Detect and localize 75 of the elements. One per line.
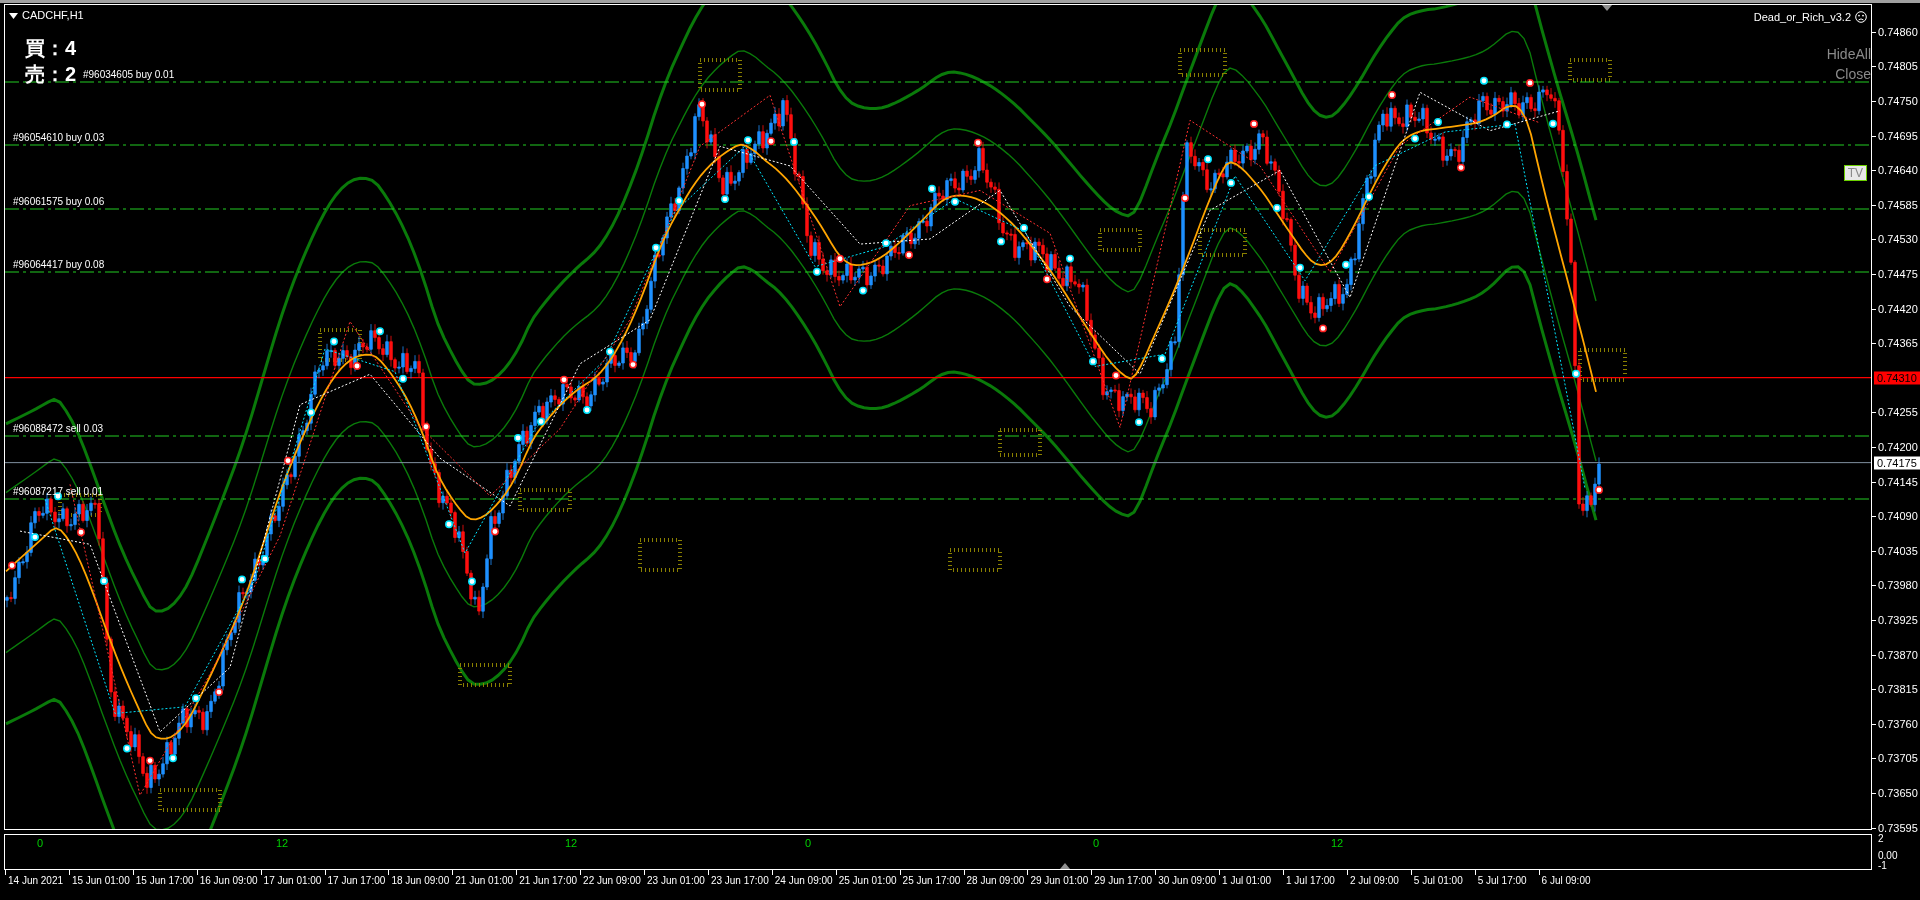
price-label: 0.74640 [1878, 164, 1918, 176]
time-label: 17 Jun 17:00 [327, 876, 386, 886]
price-label: 0.73595 [1878, 822, 1918, 833]
scale-label: -1 [1878, 861, 1887, 871]
price-label: 0.74585 [1878, 199, 1918, 211]
hour-label: 0 [1092, 838, 1100, 849]
price-label: 0.73925 [1878, 614, 1918, 626]
hour-label: 12 [1330, 838, 1344, 849]
time-label: 21 Jun 01:00 [455, 876, 514, 886]
hour-label: 12 [564, 838, 578, 849]
time-label: 25 Jun 01:00 [838, 876, 897, 886]
time-label: 14 Jun 2021 [8, 876, 64, 886]
order-label: #96064417 buy 0.08 [13, 260, 105, 270]
time-label: 23 Jun 17:00 [710, 876, 769, 886]
price-label: 0.73760 [1878, 718, 1918, 730]
order-label: #96061575 buy 0.06 [13, 197, 105, 207]
dropdown-icon[interactable] [9, 12, 18, 19]
time-label: 29 Jun 17:00 [1094, 876, 1153, 886]
time-label: 16 Jun 09:00 [199, 876, 258, 886]
panel-button[interactable]: Close [1835, 67, 1871, 81]
price-label: 0.74090 [1878, 510, 1918, 522]
order-label: #96087217 sell 0.01 [13, 487, 104, 497]
price-label: 0.73980 [1878, 579, 1918, 591]
time-label: 15 Jun 17:00 [135, 876, 194, 886]
price-label: 0.74750 [1878, 95, 1918, 107]
time-label: 21 Jun 17:00 [519, 876, 577, 886]
time-label: 1 Jul 17:00 [1286, 876, 1335, 886]
price-label: 0.73705 [1878, 752, 1918, 764]
price-label: 0.73650 [1878, 787, 1918, 799]
time-label: 5 Jul 01:00 [1413, 876, 1463, 886]
time-label: 24 Jun 09:00 [774, 876, 833, 886]
hour-label: 12 [275, 838, 289, 849]
time-label: 22 Jun 09:00 [583, 876, 641, 886]
scroll-marker-icon[interactable] [1060, 863, 1070, 869]
price-label: 0.73815 [1878, 683, 1918, 695]
price-label: 0.74530 [1878, 233, 1918, 245]
price-label: 0.74365 [1878, 337, 1918, 349]
price-label: 0.74035 [1878, 545, 1918, 557]
position-counter: 買：4 [25, 36, 77, 61]
time-label: 23 Jun 01:00 [647, 876, 705, 886]
time-label: 29 Jun 01:00 [1030, 876, 1089, 886]
time-label: 18 Jun 09:00 [391, 876, 450, 886]
hour-label: 0 [36, 838, 44, 849]
price-label: 0.74860 [1878, 26, 1918, 38]
shift-marker-icon[interactable] [1602, 5, 1612, 11]
price-label: 0.74420 [1878, 303, 1918, 314]
alert-price-label: 0.74310 [1874, 371, 1920, 385]
time-label: 30 Jun 09:00 [1158, 876, 1216, 886]
order-label: #96034605 buy 0.01 [83, 70, 175, 80]
hour-label: 0 [804, 838, 812, 849]
order-label: #96054610 buy 0.03 [13, 133, 105, 143]
time-label: 5 Jul 17:00 [1477, 876, 1527, 886]
time-label: 1 Jul 01:00 [1222, 876, 1272, 886]
time-label: 25 Jun 17:00 [902, 876, 961, 886]
price-label: 0.74695 [1878, 130, 1918, 141]
price-label: 0.73870 [1878, 649, 1918, 660]
time-label: 2 Jul 09:00 [1349, 876, 1399, 886]
price-label: 0.74805 [1878, 60, 1918, 72]
scale-label: 2 [1878, 834, 1884, 844]
panel-button[interactable]: HideAll [1826, 47, 1871, 61]
order-label: #96088472 sell 0.03 [13, 424, 104, 434]
sad-face-icon [1855, 11, 1867, 23]
price-label: 0.74255 [1878, 406, 1918, 418]
chart-title: CADCHF,H1 [22, 10, 84, 21]
expert-name: Dead_or_Rich_v3.2 [1753, 11, 1851, 23]
price-label: 0.74475 [1878, 268, 1918, 280]
price-label: 0.74145 [1878, 476, 1918, 487]
price-label: 0.74200 [1878, 441, 1918, 453]
bid-price-label: 0.74175 [1874, 456, 1920, 470]
time-label: 6 Jul 09:00 [1541, 876, 1591, 886]
time-label: 28 Jun 09:00 [966, 876, 1025, 886]
time-label: 15 Jun 01:00 [71, 876, 130, 886]
position-counter: 売：2 [25, 62, 77, 87]
scale-label: 0.00 [1878, 851, 1898, 861]
time-label: 17 Jun 01:00 [263, 876, 322, 886]
